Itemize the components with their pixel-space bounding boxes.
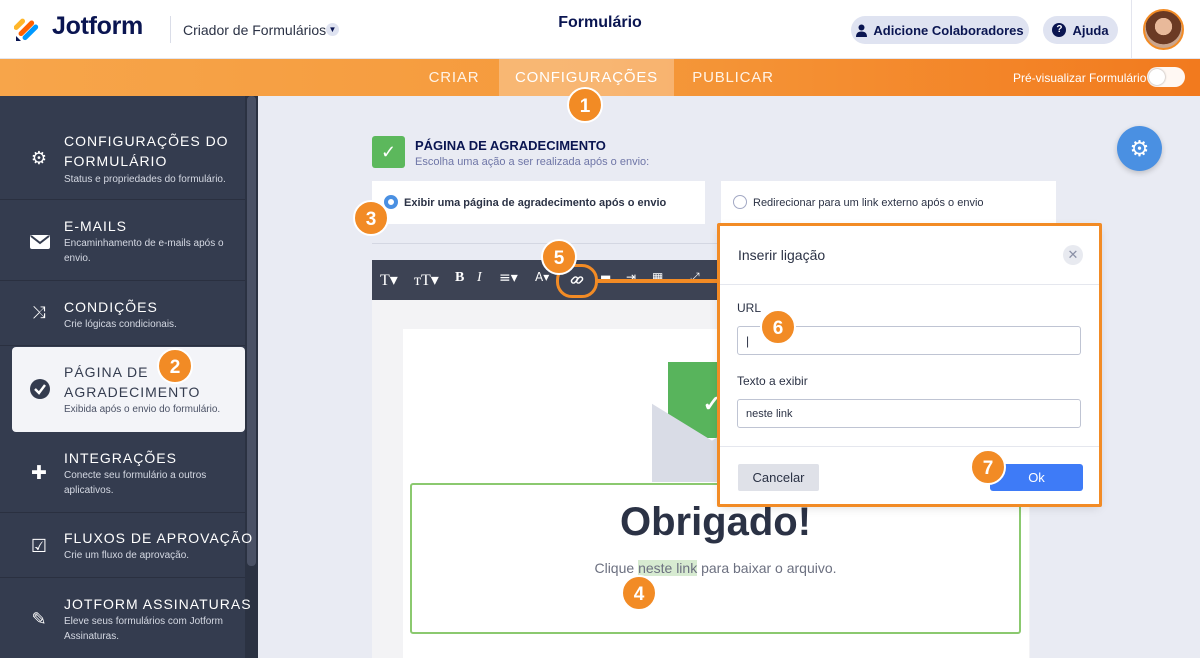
jotform-logo-icon[interactable] bbox=[14, 14, 42, 42]
envelope-icon bbox=[30, 235, 50, 249]
selected-link-text[interactable]: neste link bbox=[638, 560, 698, 576]
form-title[interactable]: Formulário bbox=[500, 14, 700, 32]
preview-form-label: Pré-visualizar Formulário bbox=[1013, 71, 1147, 85]
sidebar-item-title: JOTFORM ASSINATURAS bbox=[64, 596, 252, 612]
sidebar-item-desc: Status e propriedades do formulário. bbox=[64, 174, 226, 185]
help-button[interactable]: ? Ajuda bbox=[1043, 16, 1118, 44]
display-text-label: Texto a exibir bbox=[737, 374, 808, 388]
sidebar-item-desc: Exibida após o envio do formulário. bbox=[64, 404, 221, 415]
sidebar-item-title: PÁGINA DE bbox=[64, 364, 149, 380]
text-color-icon[interactable]: A▾ bbox=[535, 270, 549, 284]
callout-connector bbox=[596, 279, 720, 283]
sidebar-item-title: FORMULÁRIO bbox=[64, 153, 168, 169]
step-marker-5: 5 bbox=[541, 239, 577, 275]
sidebar-item-title: E-MAILS bbox=[64, 218, 128, 234]
sidebar-item-desc: Crie um fluxo de aprovação. bbox=[64, 550, 190, 561]
font-size-icon[interactable]: ᴛT▾ bbox=[414, 270, 439, 290]
add-collaborators-button[interactable]: Adicione Colaboradores bbox=[851, 16, 1029, 44]
tab-publicar[interactable]: PUBLICAR bbox=[674, 59, 792, 96]
option-label: Exibir uma página de agradecimento após … bbox=[404, 197, 667, 209]
page-title: PÁGINA DE AGRADECIMENTO bbox=[415, 138, 606, 153]
step-marker-7: 7 bbox=[970, 449, 1006, 485]
toggle-knob[interactable] bbox=[1149, 69, 1165, 85]
divider bbox=[1131, 0, 1132, 59]
page-subtitle: Escolha uma ação a ser realizada após o … bbox=[415, 156, 650, 168]
url-label: URL bbox=[737, 301, 762, 315]
builder-dropdown[interactable]: Criador de Formulários bbox=[183, 22, 326, 38]
step-marker-2: 2 bbox=[157, 348, 193, 384]
step-marker-3: 3 bbox=[353, 200, 389, 236]
sidebar-item-desc: Encaminhamento de e-mails após o envio. bbox=[64, 238, 224, 264]
step-marker-6: 6 bbox=[760, 309, 796, 345]
check-circle-icon bbox=[30, 379, 50, 399]
line-after: para baixar o arquivo. bbox=[697, 560, 837, 576]
radio-unselected[interactable] bbox=[733, 195, 747, 209]
check-icon: ✓ bbox=[372, 136, 405, 168]
sidebar-item-desc: Conecte seu formulário a outros aplicati… bbox=[64, 470, 207, 496]
divider bbox=[720, 284, 1099, 285]
approval-icon: ☑ bbox=[30, 536, 48, 556]
shuffle-icon: ⤨ bbox=[32, 303, 46, 322]
download-line[interactable]: Clique neste link para baixar o arquivo. bbox=[410, 560, 1021, 576]
scrollbar-thumb[interactable] bbox=[247, 96, 256, 566]
question-icon: ? bbox=[1052, 23, 1067, 37]
sidebar-item-desc: Crie lógicas condicionais. bbox=[64, 319, 177, 330]
divider bbox=[720, 446, 1099, 447]
tab-criar[interactable]: CRIAR bbox=[409, 59, 499, 96]
sidebar-item-title: FLUXOS DE APROVAÇÃO bbox=[64, 530, 254, 546]
gear-icon: ⚙ bbox=[30, 148, 48, 168]
sidebar-item-title: CONFIGURAÇÕES DO bbox=[64, 133, 229, 149]
sidebar-item-title: INTEGRAÇÕES bbox=[64, 450, 177, 466]
bold-icon[interactable]: B bbox=[455, 270, 464, 286]
pen-icon: ✎ bbox=[31, 609, 47, 629]
display-text-input[interactable] bbox=[737, 399, 1081, 428]
sidebar-item-desc: Eleve seus formulários com Jotform Assin… bbox=[64, 616, 223, 642]
step-marker-4: 4 bbox=[621, 575, 657, 611]
italic-icon[interactable]: I bbox=[477, 270, 482, 286]
sidebar-item-title: AGRADECIMENTO bbox=[64, 384, 201, 400]
avatar[interactable] bbox=[1143, 9, 1184, 50]
user-icon bbox=[856, 24, 868, 37]
font-family-icon[interactable]: T▾ bbox=[380, 270, 398, 290]
logo-text[interactable]: Jotform bbox=[52, 12, 143, 41]
chevron-down-icon[interactable]: ▼ bbox=[326, 23, 339, 36]
option-label: Redirecionar para um link externo após o… bbox=[753, 197, 984, 209]
radio-selected[interactable] bbox=[384, 195, 398, 209]
settings-gear-button[interactable]: ⚙ bbox=[1117, 126, 1162, 171]
add-collaborators-label: Adicione Colaboradores bbox=[873, 22, 1024, 38]
step-marker-1: 1 bbox=[567, 87, 603, 123]
dialog-title: Inserir ligação bbox=[738, 247, 826, 263]
align-icon[interactable]: ≡▾ bbox=[499, 270, 518, 286]
sidebar-item-title: CONDIÇÕES bbox=[64, 299, 158, 315]
divider bbox=[170, 16, 171, 43]
help-label: Ajuda bbox=[1072, 22, 1109, 38]
puzzle-icon: ✚ bbox=[31, 463, 47, 484]
line-before: Clique bbox=[594, 560, 639, 576]
close-icon[interactable]: ✕ bbox=[1063, 245, 1083, 265]
cancel-button[interactable]: Cancelar bbox=[738, 464, 819, 491]
